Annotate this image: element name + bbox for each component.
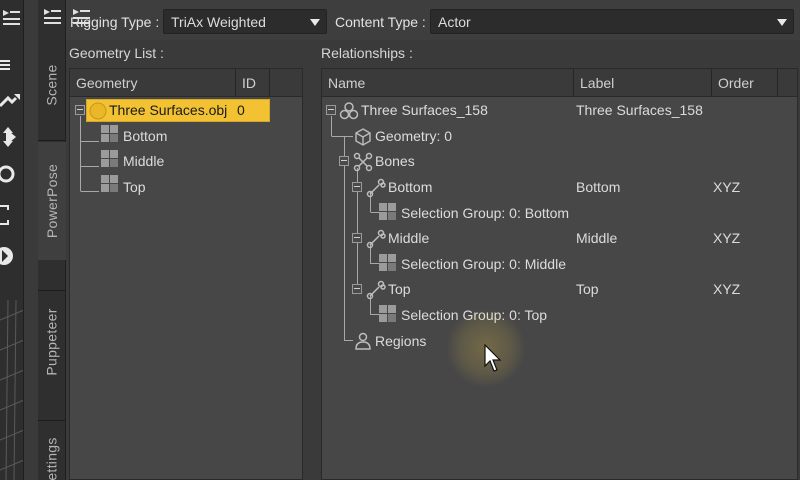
- relationship-label: Three Surfaces_158: [576, 102, 703, 118]
- figure-icon: [88, 101, 108, 121]
- surface-icon: [101, 175, 119, 193]
- rigging-type-value: TriAx Weighted: [171, 14, 266, 30]
- column-header-id[interactable]: ID: [236, 69, 270, 97]
- relationship-order: XYZ: [713, 281, 741, 297]
- tool-strip: [0, 0, 24, 480]
- scale-icon[interactable]: [0, 202, 22, 228]
- tab-settings[interactable]: ettings: [38, 424, 66, 480]
- relationship-name[interactable]: Geometry: 0: [375, 128, 452, 144]
- tab-scene[interactable]: Scene: [38, 40, 66, 130]
- menu-icon[interactable]: [0, 4, 22, 30]
- selection-group-icon: [379, 254, 397, 272]
- geometry-list-title: Geometry List :: [69, 45, 164, 61]
- mouse-cursor-icon: [484, 344, 502, 372]
- relationship-name[interactable]: Regions: [375, 333, 426, 349]
- surface-icon: [101, 125, 119, 143]
- expand-toggle[interactable]: [352, 284, 362, 294]
- region-person-icon: [353, 331, 373, 351]
- rigging-type-label: Rigging Type :: [70, 14, 160, 30]
- tab-puppeteer[interactable]: Puppeteer: [38, 292, 66, 392]
- expand-toggle[interactable]: [326, 105, 336, 115]
- bone-icon: [366, 280, 386, 300]
- column-header-label[interactable]: Label: [574, 69, 712, 97]
- side-tab-bar: Scene PowerPose Puppeteer ettings: [38, 0, 66, 480]
- list-icon[interactable]: [0, 52, 22, 78]
- viewport-grid-edge: [0, 300, 23, 480]
- column-header-filler: [778, 69, 797, 97]
- relationship-name[interactable]: Three Surfaces_158: [361, 102, 488, 118]
- content-type-label: Content Type :: [335, 14, 426, 30]
- content-type-value: Actor: [438, 14, 471, 30]
- relationship-name[interactable]: Top: [388, 281, 411, 297]
- bone-icon: [366, 229, 386, 249]
- column-header-geometry[interactable]: Geometry: [70, 69, 236, 97]
- expand-toggle[interactable]: [352, 182, 362, 192]
- relationship-label: Top: [576, 281, 599, 297]
- rotate-icon[interactable]: [0, 160, 22, 186]
- content-type-dropdown[interactable]: Actor: [430, 9, 794, 34]
- expand-toggle[interactable]: [75, 105, 85, 115]
- relationship-order: XYZ: [713, 179, 741, 195]
- relationships-title: Relationships :: [321, 45, 413, 61]
- bone-icon: [366, 178, 386, 198]
- relationship-name[interactable]: Selection Group: 0: Middle: [401, 256, 566, 272]
- universal-tool-icon[interactable]: [0, 242, 22, 268]
- tab-powerpose[interactable]: PowerPose: [38, 142, 66, 260]
- relationship-name[interactable]: Bones: [375, 153, 415, 169]
- panel-menu-icon[interactable]: [41, 6, 63, 26]
- geometry-child-middle[interactable]: Middle: [123, 153, 164, 169]
- move-icon[interactable]: [0, 124, 22, 150]
- selection-group-icon: [379, 203, 397, 221]
- geometry-root-name: Three Surfaces.obj: [109, 102, 228, 118]
- column-header-filler: [270, 69, 302, 97]
- dropdown-arrow-icon: [310, 19, 320, 26]
- rigging-type-dropdown[interactable]: TriAx Weighted: [163, 9, 327, 34]
- figure-icon: [339, 101, 359, 121]
- geometry-cube-icon: [353, 127, 373, 147]
- relationship-name[interactable]: Bottom: [388, 179, 432, 195]
- selection-group-icon: [379, 305, 397, 323]
- column-header-name[interactable]: Name: [322, 69, 574, 97]
- geometry-root-id: 0: [237, 102, 245, 118]
- relationship-name[interactable]: Selection Group: 0: Bottom: [401, 205, 569, 221]
- expand-toggle[interactable]: [352, 233, 362, 243]
- relationship-name[interactable]: Middle: [388, 230, 429, 246]
- relationship-label: Bottom: [576, 179, 621, 195]
- dropdown-arrow-icon: [777, 19, 787, 26]
- geometry-child-top[interactable]: Top: [123, 179, 146, 195]
- relationship-label: Middle: [576, 230, 618, 246]
- geometry-child-bottom[interactable]: Bottom: [123, 128, 167, 144]
- expand-toggle[interactable]: [339, 156, 349, 166]
- bones-icon: [353, 152, 373, 172]
- column-header-order[interactable]: Order: [712, 69, 778, 97]
- relationship-order: XYZ: [713, 230, 741, 246]
- translate-icon[interactable]: [0, 88, 22, 114]
- surface-icon: [101, 150, 119, 168]
